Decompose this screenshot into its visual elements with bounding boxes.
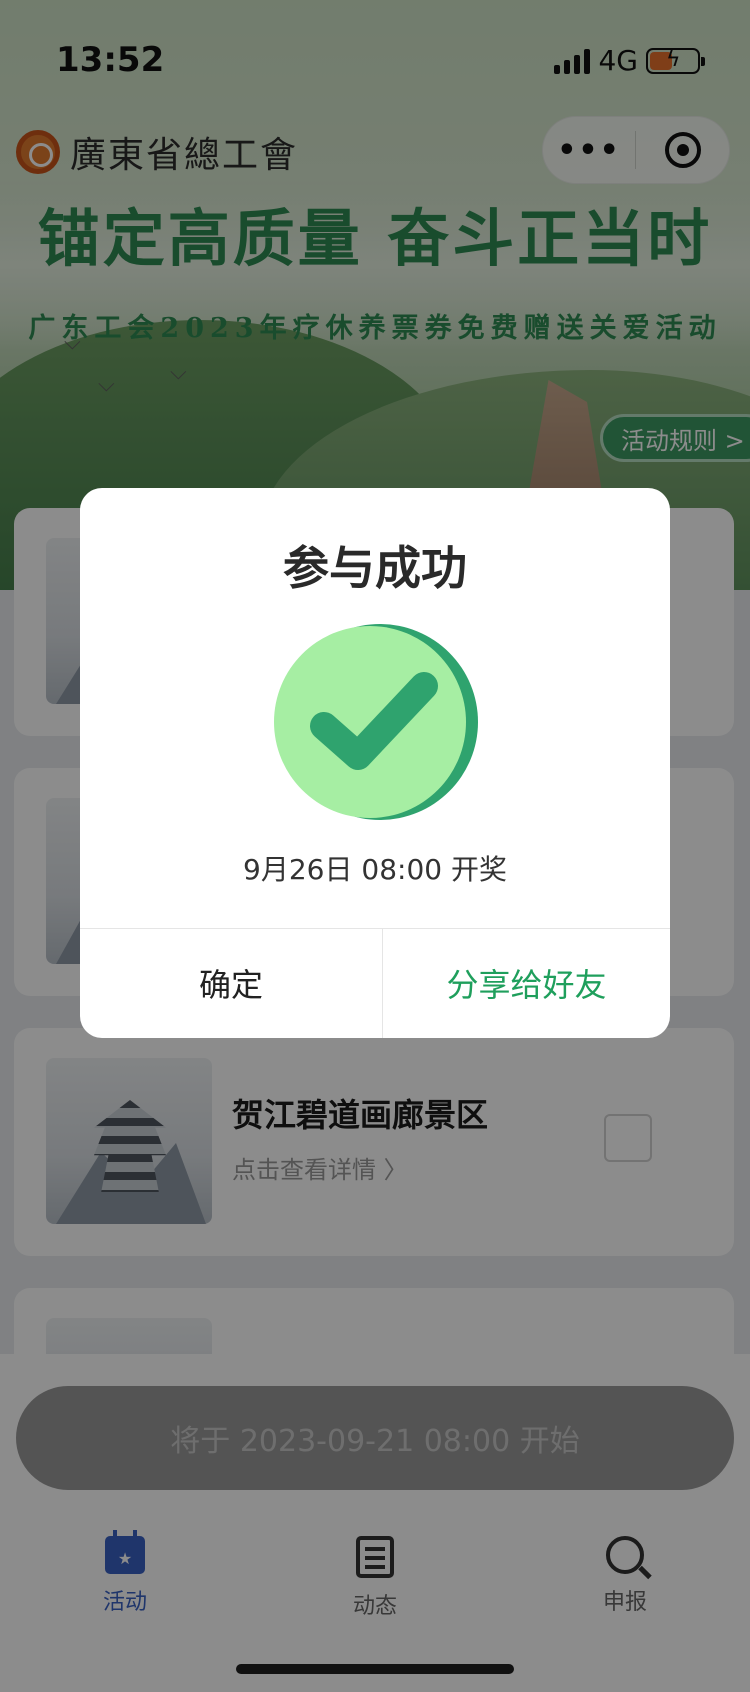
share-button[interactable]: 分享给好友 [383,928,670,1038]
success-dialog: 参与成功 9月26日 08:00 开奖 确定 分享给好友 [80,488,670,1038]
dialog-title: 参与成功 [283,541,467,595]
draw-date: 9月26日 08:00 开奖 [243,853,507,886]
confirm-button[interactable]: 确定 [80,928,382,1038]
success-check-icon [274,624,478,820]
home-indicator [236,1664,514,1674]
